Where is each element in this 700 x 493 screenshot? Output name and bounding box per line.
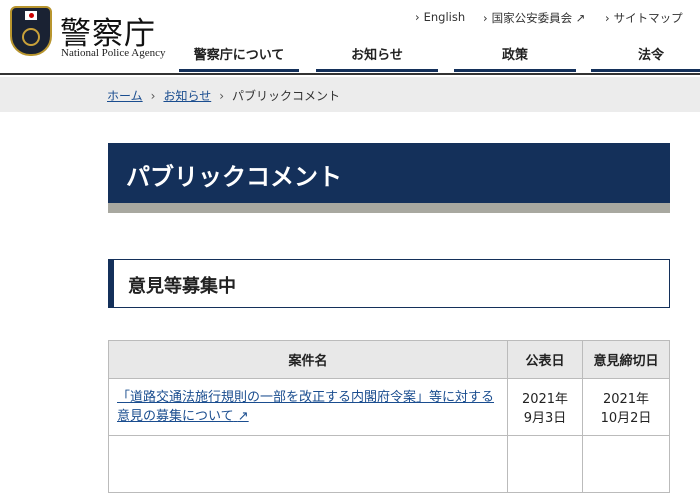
site-name-en: National Police Agency: [61, 47, 166, 59]
util-link-label: サイトマップ: [613, 11, 683, 25]
chevron-right-icon: ›: [605, 11, 610, 25]
comment-link[interactable]: 「道路交通法施行規則の一部を改正する内閣府令案」等に対する意見の募集について ↗: [117, 390, 494, 425]
deadline-year: 2021年: [602, 392, 650, 407]
col-title: 案件名: [108, 340, 508, 379]
page-title-banner: パブリックコメント: [108, 143, 670, 213]
row-title-cell: 「道路交通法施行規則の一部を改正する内閣府令案」等に対する意見の募集について ↗: [108, 378, 508, 436]
chevron-right-icon: ›: [415, 10, 420, 24]
breadcrumb-current: パブリックコメント: [232, 89, 341, 103]
comment-link-text: 「道路交通法施行規則の一部を改正する内閣府令案」等に対する意見の募集について: [117, 389, 495, 425]
site-header: 警察庁 National Police Agency › English › 国家公…: [0, 0, 700, 75]
util-link-label: 国家公安委員会: [491, 11, 573, 25]
police-emblem-logo[interactable]: [10, 6, 52, 56]
chevron-right-icon: ›: [483, 11, 488, 25]
breadcrumb-news[interactable]: お知らせ: [163, 89, 211, 103]
published-date: 2021年 9月3日: [507, 378, 583, 436]
table-row: 「道路交通法施行規則の一部を改正する内閣府令案」等に対する意見の募集について ↗…: [108, 378, 670, 436]
col-deadline: 意見締切日: [582, 340, 670, 379]
util-link-sitemap[interactable]: › サイトマップ: [605, 10, 683, 26]
chevron-right-icon: ›: [150, 89, 156, 103]
external-link-icon: ↗: [575, 11, 586, 25]
external-link-icon: ↗: [237, 409, 249, 424]
col-published: 公表日: [507, 340, 583, 379]
published-year: 2021年: [521, 392, 569, 407]
util-link-label: English: [423, 10, 466, 24]
nav-tab-law[interactable]: 法令: [591, 44, 700, 72]
nav-tab-policy[interactable]: 政策: [454, 44, 576, 72]
nav-tab-news[interactable]: お知らせ: [316, 44, 438, 72]
section-heading-box: 意見等募集中: [108, 259, 670, 308]
deadline-date: 2021年 10月2日: [582, 378, 670, 436]
breadcrumb: ホーム › お知らせ › パブリックコメント: [0, 77, 700, 112]
comments-table: 案件名 公表日 意見締切日 「道路交通法施行規則の一部を改正する内閣府令案」等に…: [108, 340, 670, 493]
nav-tab-about[interactable]: 警察庁について: [179, 44, 299, 72]
util-link-commission[interactable]: › 国家公安委員会 ↗: [483, 10, 585, 26]
util-link-english[interactable]: › English: [415, 10, 465, 24]
page-title: パブリックコメント: [126, 163, 342, 191]
table-header-row: 案件名 公表日 意見締切日: [108, 340, 670, 379]
deadline-day: 10月2日: [600, 411, 652, 426]
breadcrumb-home[interactable]: ホーム: [107, 89, 143, 103]
published-day: 9月3日: [523, 411, 567, 426]
chevron-right-icon: ›: [219, 89, 225, 103]
table-row: [108, 435, 670, 493]
section-title: 意見等募集中: [128, 276, 236, 297]
